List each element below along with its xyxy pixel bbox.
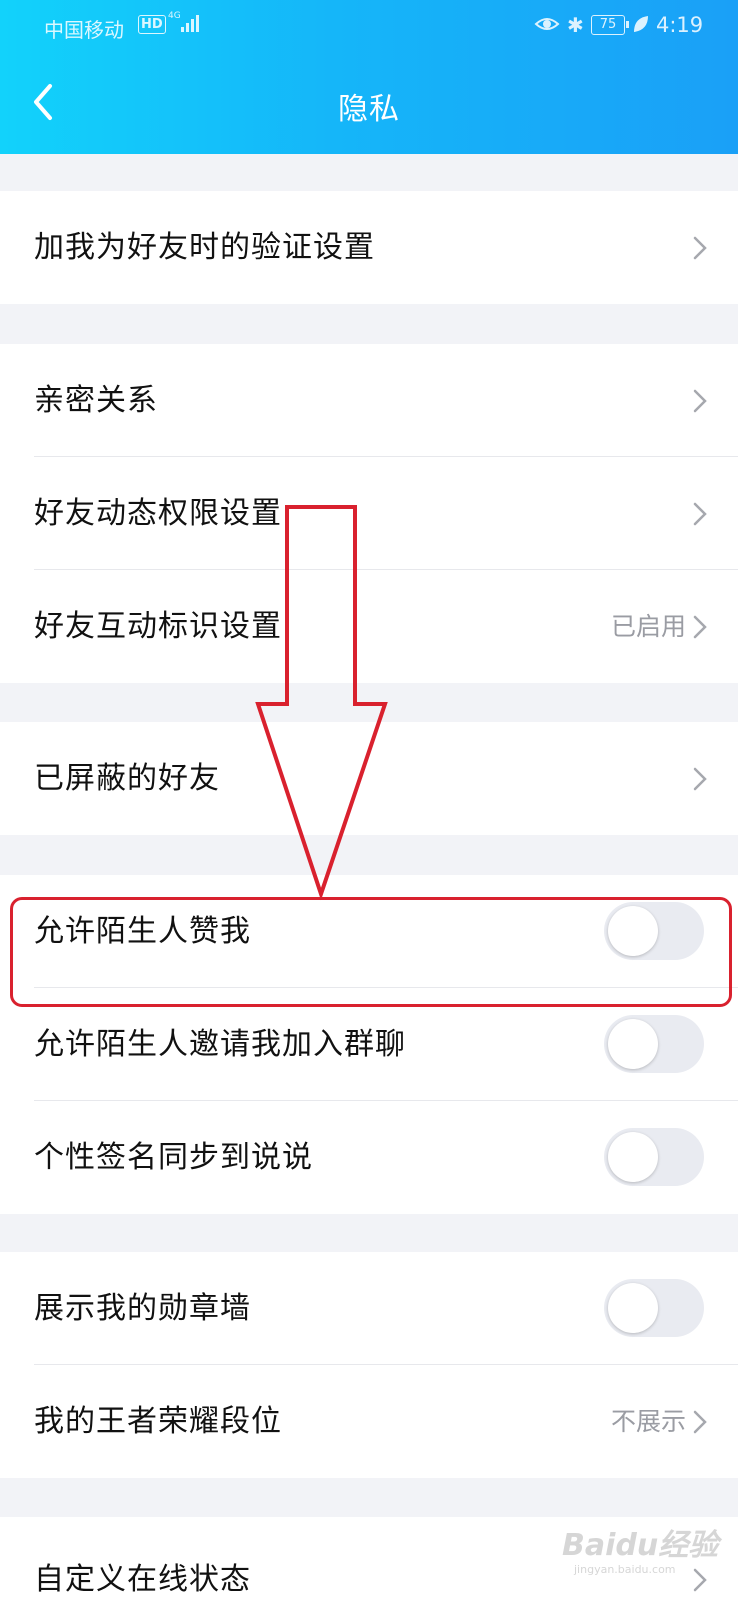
chevron-right-icon <box>693 1410 707 1434</box>
list-item-value: 已启用 <box>610 612 686 641</box>
list-item-medal-wall: 展示我的勋章墙 <box>0 1252 738 1365</box>
chevron-right-icon <box>693 1568 707 1592</box>
section-blocked: 已屏蔽的好友 <box>0 722 738 835</box>
list-item-blocked-friends[interactable]: 已屏蔽的好友 <box>0 722 738 835</box>
allow-stranger-group-invite-toggle[interactable] <box>604 1015 704 1073</box>
status-bar: 中国移动 HD 4G ✱ 75 4:19 <box>0 0 738 52</box>
app-header: 中国移动 HD 4G ✱ 75 4:19 隐私 <box>0 0 738 154</box>
list-item-label: 展示我的勋章墙 <box>34 1291 251 1326</box>
list-item-allow-stranger-group-invite: 允许陌生人邀请我加入群聊 <box>0 988 738 1101</box>
allow-stranger-likes-toggle[interactable] <box>604 902 704 960</box>
list-item-label: 好友动态权限设置 <box>34 496 282 531</box>
medal-wall-toggle[interactable] <box>604 1279 704 1337</box>
list-item-label: 亲密关系 <box>34 383 158 418</box>
signal-icon <box>181 15 199 32</box>
signature-sync-toggle[interactable] <box>604 1128 704 1186</box>
list-item-interaction-badge[interactable]: 好友互动标识设置 已启用 <box>0 570 738 683</box>
status-time: 4:19 <box>656 13 704 37</box>
section-profile-display: 展示我的勋章墙 我的王者荣耀段位 不展示 <box>0 1252 738 1478</box>
toggle-knob <box>608 906 658 956</box>
watermark-logo: Baidu经验 <box>562 1528 719 1563</box>
battery-cap <box>626 21 629 28</box>
eye-comfort-icon <box>534 18 560 30</box>
chevron-right-icon <box>693 767 707 791</box>
list-item-feed-permissions[interactable]: 好友动态权限设置 <box>0 457 738 570</box>
section-friends: 亲密关系 好友动态权限设置 好友互动标识设置 已启用 <box>0 344 738 683</box>
section-strangers: 允许陌生人赞我 允许陌生人邀请我加入群聊 个性签名同步到说说 <box>0 875 738 1214</box>
toggle-knob <box>608 1283 658 1333</box>
list-item-label: 允许陌生人赞我 <box>34 914 251 949</box>
list-item-allow-stranger-likes: 允许陌生人赞我 <box>0 875 738 988</box>
bluetooth-icon: ✱ <box>567 13 584 37</box>
list-item-label: 加我为好友时的验证设置 <box>34 230 375 265</box>
page-title: 隐私 <box>338 92 400 127</box>
list-item-signature-sync: 个性签名同步到说说 <box>0 1101 738 1214</box>
list-item-honor-of-kings-rank[interactable]: 我的王者荣耀段位 不展示 <box>0 1365 738 1478</box>
list-item-verification[interactable]: 加我为好友时的验证设置 <box>0 191 738 304</box>
network-type: 4G <box>168 11 181 21</box>
list-item-label: 我的王者荣耀段位 <box>34 1404 282 1439</box>
watermark-url: jingyan.baidu.com <box>574 1563 676 1576</box>
list-item-label: 好友互动标识设置 <box>34 609 282 644</box>
battery-level: 75 <box>591 15 625 35</box>
list-item-label: 允许陌生人邀请我加入群聊 <box>34 1027 406 1062</box>
section-verification: 加我为好友时的验证设置 <box>0 191 738 304</box>
leaf-icon <box>634 16 648 32</box>
hd-badge: HD <box>138 15 166 34</box>
carrier-name: 中国移动 <box>44 18 124 42</box>
chevron-right-icon <box>693 615 707 639</box>
toggle-knob <box>608 1019 658 1069</box>
list-item-label: 已屏蔽的好友 <box>34 761 220 796</box>
list-item-intimacy[interactable]: 亲密关系 <box>0 344 738 457</box>
chevron-right-icon <box>693 236 707 260</box>
chevron-right-icon <box>693 502 707 526</box>
list-item-value: 不展示 <box>610 1407 686 1436</box>
toggle-knob <box>608 1132 658 1182</box>
list-item-label: 个性签名同步到说说 <box>34 1140 313 1175</box>
list-item-label: 自定义在线状态 <box>34 1562 251 1597</box>
chevron-right-icon <box>693 389 707 413</box>
